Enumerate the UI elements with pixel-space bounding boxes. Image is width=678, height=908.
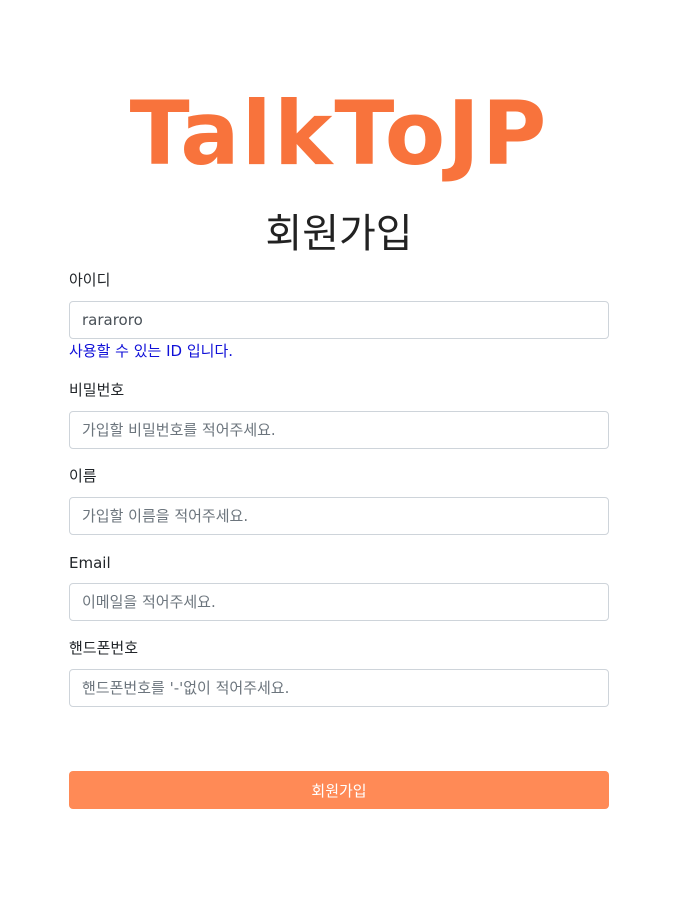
phone-label: 핸드폰번호 [69, 639, 139, 657]
name-input[interactable] [69, 497, 609, 535]
email-input[interactable] [69, 583, 609, 621]
signup-page: TalkToJP 회원가입 아이디 사용할 수 있는 ID 입니다. 비밀번호 … [0, 0, 678, 908]
password-label: 비밀번호 [69, 381, 125, 399]
signup-button[interactable]: 회원가입 [69, 771, 609, 809]
email-label: Email [69, 554, 111, 572]
phone-input[interactable] [69, 669, 609, 707]
password-input[interactable] [69, 411, 609, 449]
id-label: 아이디 [69, 271, 111, 289]
name-label: 이름 [69, 467, 97, 485]
id-availability-message: 사용할 수 있는 ID 입니다. [69, 342, 234, 360]
brand-logo: TalkToJP [129, 82, 549, 185]
page-title: 회원가입 [265, 211, 413, 257]
id-input[interactable] [69, 301, 609, 339]
